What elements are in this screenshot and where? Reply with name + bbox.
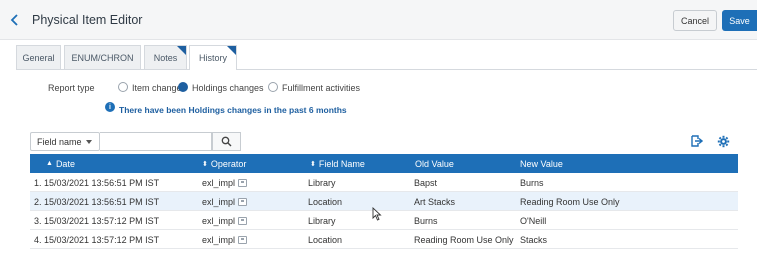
table-row[interactable]: 3. 15/03/2021 13:57:12 PM IST exl_impl L… (30, 211, 738, 230)
column-header-label: Operator (210, 158, 247, 169)
export-button[interactable] (688, 133, 704, 149)
column-header-old-value: Old Value (415, 154, 454, 173)
search-button[interactable] (212, 132, 241, 151)
mouse-cursor-icon (372, 206, 382, 223)
cell-new-value: O'Neill (520, 215, 547, 226)
cell-date: 3. 15/03/2021 13:57:12 PM IST (34, 215, 160, 226)
operator-name: exl_impl (202, 234, 236, 245)
sort-icon: ⬍ (202, 160, 208, 168)
cell-date: 4. 15/03/2021 13:57:12 PM IST (34, 234, 160, 245)
save-button[interactable]: Save (722, 10, 757, 31)
operator-name: exl_impl (202, 215, 236, 226)
cell-field-name: Location (308, 234, 343, 245)
table-row[interactable]: 2. 15/03/2021 13:56:51 PM IST exl_impl L… (30, 192, 738, 211)
settings-button[interactable] (715, 133, 731, 149)
field-name-select-label: Field name (37, 136, 82, 147)
tab-enum-chron[interactable]: ENUM/CHRON (64, 45, 141, 69)
column-header-label: Old Value (415, 158, 454, 169)
tab-label: General (22, 52, 55, 63)
column-header-operator[interactable]: ⬍ Operator (202, 154, 246, 173)
cell-operator: exl_impl (202, 230, 248, 249)
cell-old-value: Bapst (414, 177, 438, 188)
operator-card-icon[interactable] (238, 197, 248, 206)
cancel-button[interactable]: Cancel (673, 10, 717, 31)
operator-card-icon[interactable] (238, 235, 248, 244)
chevron-down-icon (86, 140, 92, 144)
column-header-new-value: New Value (520, 154, 563, 173)
search-input[interactable] (100, 132, 212, 151)
column-header-label: New Value (520, 158, 563, 169)
operator-card-icon[interactable] (238, 178, 248, 187)
table-row[interactable]: 4. 15/03/2021 13:57:12 PM IST exl_impl L… (30, 230, 738, 249)
page-title: Physical Item Editor (32, 13, 143, 27)
column-header-label: Field Name (318, 158, 365, 169)
cell-new-value: Stacks (520, 234, 548, 245)
column-header-field-name[interactable]: ⬍ Field Name (310, 154, 365, 173)
cell-old-value: Burns (414, 215, 438, 226)
cell-old-value: Art Stacks (414, 196, 456, 207)
cell-old-value: Reading Room Use Only (414, 234, 514, 245)
tab-notes-indicator-icon (177, 46, 186, 55)
operator-name: exl_impl (202, 177, 236, 188)
cell-new-value: Burns (520, 177, 544, 188)
tab-history-indicator-icon (227, 46, 236, 55)
editor-header: Physical Item Editor Cancel Save (0, 0, 757, 40)
radio-fulfillment-activities-label[interactable]: Fulfillment activities (282, 83, 360, 93)
report-type-label: Report type (48, 83, 95, 93)
tab-history[interactable]: History (189, 45, 237, 70)
info-message: There have been Holdings changes in the … (119, 105, 347, 115)
tab-label: History (198, 53, 227, 63)
cell-date: 1. 15/03/2021 13:56:51 PM IST (34, 177, 160, 188)
cell-operator: exl_impl (202, 211, 248, 230)
cell-new-value: Reading Room Use Only (520, 196, 620, 207)
cell-field-name: Library (308, 177, 336, 188)
tab-general[interactable]: General (16, 45, 61, 69)
sort-icon: ⬍ (310, 160, 316, 168)
tab-notes[interactable]: Notes (144, 45, 187, 69)
cell-field-name: Location (308, 196, 343, 207)
radio-holdings-changes[interactable] (178, 82, 188, 92)
info-icon: i (105, 102, 115, 112)
table-header: ▲ Date ⬍ Operator ⬍ Field Name Old Value… (30, 154, 738, 173)
radio-holdings-changes-label[interactable]: Holdings changes (192, 83, 264, 93)
radio-item-changes[interactable] (118, 82, 128, 92)
tab-divider (16, 69, 757, 70)
cell-date: 2. 15/03/2021 13:56:51 PM IST (34, 196, 160, 207)
field-name-select[interactable]: Field name (30, 132, 100, 151)
column-header-label: Date (55, 158, 75, 169)
operator-name: exl_impl (202, 196, 236, 207)
sort-ascending-icon: ▲ (46, 160, 53, 167)
radio-fulfillment-activities[interactable] (268, 82, 278, 92)
cell-field-name: Library (308, 215, 336, 226)
export-icon (691, 135, 703, 147)
back-chevron-icon[interactable] (8, 13, 22, 27)
operator-card-icon[interactable] (238, 216, 248, 225)
column-header-date[interactable]: ▲ Date (46, 154, 75, 173)
search-icon (221, 136, 232, 147)
tab-label: ENUM/CHRON (71, 52, 134, 63)
gear-icon (717, 135, 729, 147)
cell-operator: exl_impl (202, 173, 248, 192)
cell-operator: exl_impl (202, 192, 248, 211)
table-row[interactable]: 1. 15/03/2021 13:56:51 PM IST exl_impl L… (30, 173, 738, 192)
tab-label: Notes (153, 52, 178, 63)
